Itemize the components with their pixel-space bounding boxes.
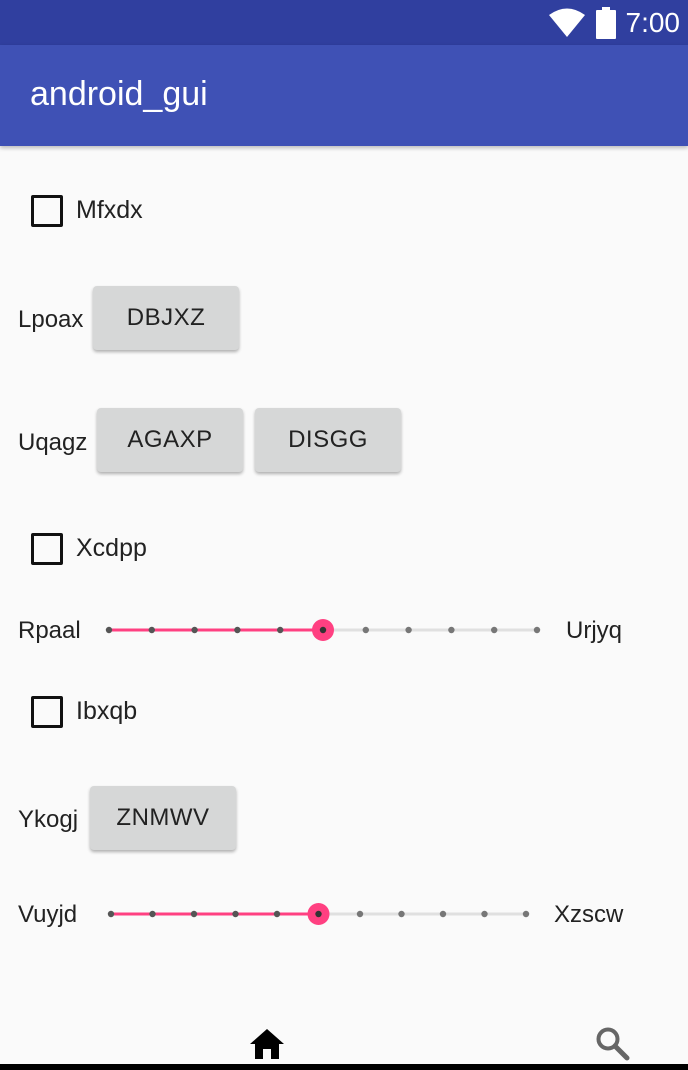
button-agaxp[interactable]: AGAXP [97, 408, 243, 472]
button-dbjxz[interactable]: DBJXZ [93, 286, 239, 350]
checkbox-label-xcdpp: Xcdpp [76, 534, 147, 562]
seekbar-tick [277, 626, 284, 634]
app-bar: android_gui [0, 45, 688, 146]
slider-row-rpaal: Rpaal Urjyq [0, 610, 688, 650]
seekbar-tick [491, 626, 498, 634]
seekbar-tick [398, 910, 405, 918]
checkbox-row-mfxdx[interactable]: Mfxdx [0, 190, 688, 230]
seekbar-tick [149, 910, 156, 918]
bottom-nav [0, 1010, 688, 1070]
seekbar-tick [107, 910, 115, 918]
seekbar-tick [148, 626, 155, 634]
seekbar-tick [533, 626, 541, 634]
seekbar-tick [522, 910, 530, 918]
wifi-icon [548, 8, 585, 37]
slider-right-label-urjyq: Urjyq [566, 617, 623, 644]
seekbar-tick [448, 626, 455, 634]
row-ykogj: Ykogj ZNMWV [0, 786, 688, 854]
row-lpoax: Lpoax DBJXZ [0, 286, 688, 354]
app-title: android_gui [30, 75, 208, 113]
label-ykogj: Ykogj [18, 806, 79, 833]
button-disgg[interactable]: DISGG [255, 408, 401, 472]
seekbar-tick [190, 910, 198, 918]
seekbar-tick [439, 910, 447, 918]
checkbox-label-ibxqb: Ibxqb [76, 697, 138, 725]
home-icon[interactable] [249, 1028, 285, 1060]
seekbar-tick [356, 910, 364, 918]
checkbox-label-mfxdx: Mfxdx [76, 196, 143, 224]
row-uqagz: Uqagz AGAXP DISGG [0, 408, 688, 476]
slider-row-vuyjd: Vuyjd Xzscw [0, 894, 688, 934]
seekbar-tick [273, 910, 281, 918]
seekbar-thumb-dot [315, 910, 322, 918]
checkbox-xcdpp[interactable] [31, 533, 63, 565]
checkbox-mfxdx[interactable] [31, 195, 63, 227]
seekbar-tick [191, 626, 198, 634]
battery-icon [595, 6, 616, 39]
seekbar-tick [362, 626, 369, 634]
label-lpoax: Lpoax [18, 306, 84, 333]
seekbar-tick [234, 626, 241, 634]
label-uqagz: Uqagz [18, 429, 88, 456]
search-icon[interactable] [595, 1026, 631, 1062]
slider-right-label-xzscw: Xzscw [554, 901, 624, 928]
status-time: 7:00 [625, 6, 681, 38]
status-bar: 7:00 [0, 0, 688, 45]
seekbar-tick [405, 626, 412, 634]
button-znmwv[interactable]: ZNMWV [90, 786, 236, 850]
seekbar-tick [481, 910, 488, 918]
seekbar-tick [232, 910, 239, 918]
seekbar-thumb-dot [319, 626, 327, 634]
checkbox-ibxqb[interactable] [31, 696, 63, 728]
checkbox-row-ibxqb[interactable]: Ibxqb [0, 691, 688, 731]
checkbox-row-xcdpp[interactable]: Xcdpp [0, 528, 688, 568]
system-nav-bar [0, 1064, 688, 1070]
status-icons: 7:00 [548, 0, 681, 45]
seekbar-tick [105, 626, 113, 634]
